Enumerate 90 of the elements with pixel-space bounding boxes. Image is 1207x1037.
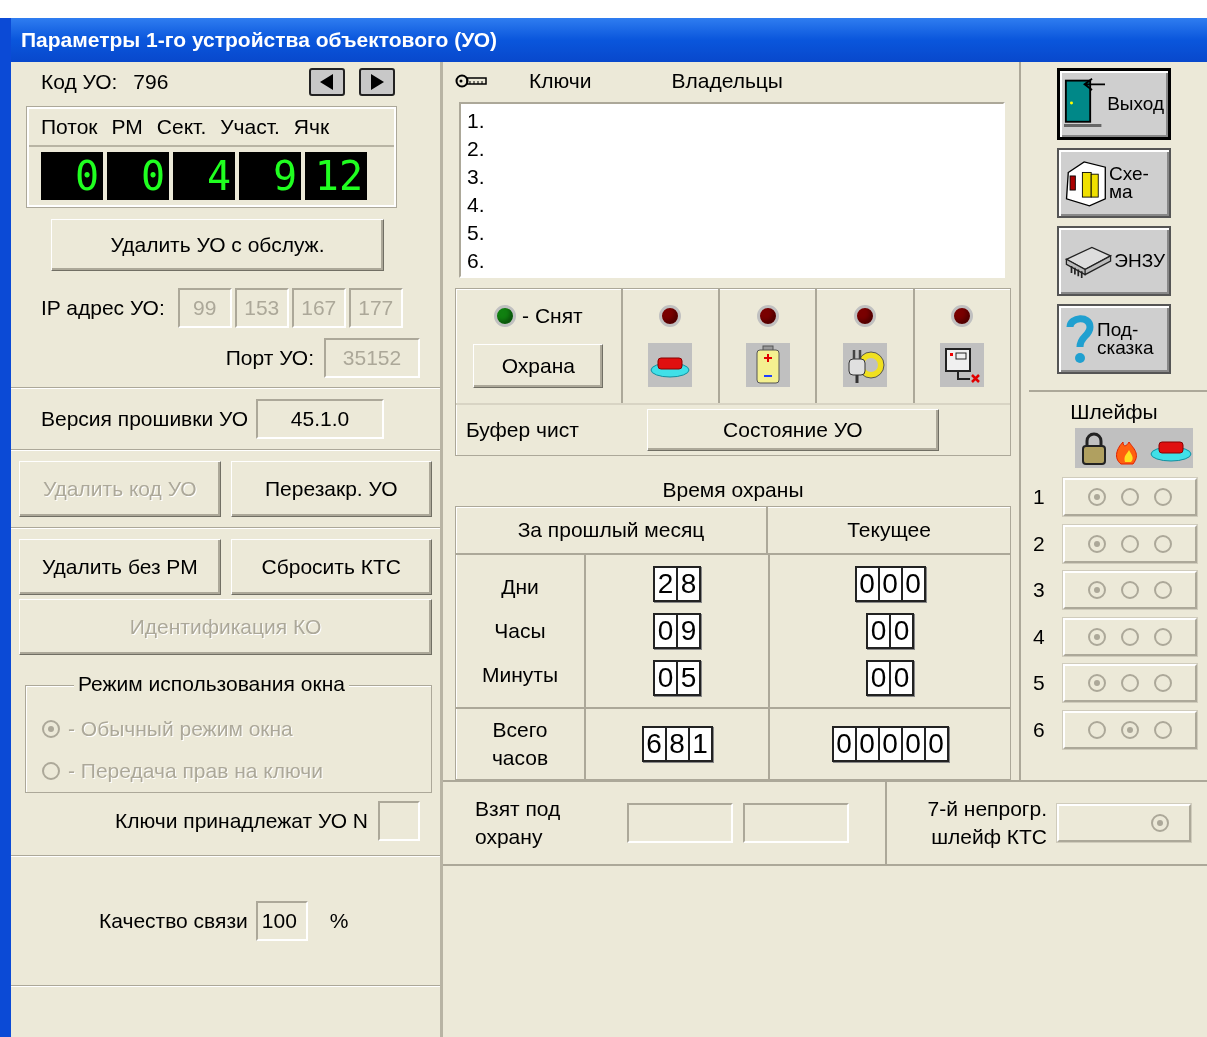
list-item[interactable]: 6.	[467, 247, 997, 275]
counter-digit: 8	[666, 728, 688, 760]
link-quality-field: 100	[255, 901, 308, 941]
list-item[interactable]: 4.	[467, 191, 997, 219]
address-column-label: Ячк	[293, 115, 330, 139]
address-column-label: РМ	[111, 115, 143, 139]
action-button[interactable]: Перезакр. УО	[230, 461, 432, 517]
counter-digit: 0	[868, 662, 889, 694]
buffer-status: Буфер чист	[466, 418, 579, 442]
keys-list[interactable]: 1. 2. 3. 4. 5. 6.	[459, 102, 1005, 278]
action-button[interactable]: Сбросить КТС	[230, 539, 432, 595]
counter-digit: 9	[678, 615, 699, 647]
previous-button[interactable]	[309, 68, 345, 96]
loop-number: 4	[1033, 624, 1046, 649]
plug-icon	[843, 343, 888, 387]
alarm-button-icon	[648, 343, 693, 387]
counter-digit: 0	[655, 662, 676, 694]
row-label: Дни	[501, 575, 539, 599]
question-icon	[1065, 313, 1095, 365]
loop-number: 1	[1033, 485, 1046, 510]
list-item[interactable]: 3.	[467, 163, 997, 191]
guard-time-title: Время охраны	[662, 478, 804, 502]
loops-title: Шлейфы	[1070, 400, 1158, 424]
row-label: Всего часов	[490, 717, 550, 771]
counter-digit: 0	[655, 615, 676, 647]
loop-number: 5	[1033, 671, 1046, 696]
status-label: - Снят	[522, 304, 583, 329]
counter-digit: 5	[678, 662, 699, 694]
counter-digit: 8	[678, 568, 699, 600]
counter-digit: 0	[925, 728, 947, 760]
counter-digit: 2	[655, 568, 676, 600]
action-button[interactable]: Удалить без РМ	[19, 539, 221, 595]
counter-digit: 6	[643, 728, 665, 760]
remove-device-button[interactable]: Удалить УО с обслуж.	[51, 219, 384, 271]
address-column-label: Поток	[41, 115, 98, 139]
digit-display: 9	[239, 152, 301, 200]
port-label: Порт УО:	[225, 346, 314, 370]
row-label: Часы	[494, 619, 546, 643]
counter-digit: 0	[856, 728, 878, 760]
scheme-button[interactable]: Схе-ма	[1057, 148, 1171, 218]
counter-digit: 0	[902, 568, 924, 600]
list-item[interactable]: 1.	[467, 107, 997, 135]
digit-display: 0	[41, 152, 103, 200]
digit-display: 0	[107, 152, 169, 200]
digit-display: 4	[173, 152, 235, 200]
battery-icon	[745, 343, 790, 387]
counter-digit: 0	[879, 568, 901, 600]
counter-digit: 0	[833, 728, 855, 760]
device-error-icon	[940, 343, 985, 387]
code-value: 796	[133, 70, 169, 94]
row-label: Минуты	[481, 663, 558, 687]
link-quality-label: Качество связи	[99, 909, 248, 933]
radio-label: - Обычный режим окна	[68, 717, 293, 741]
memory-button[interactable]: ЭНЗУ	[1057, 226, 1171, 296]
list-item[interactable]: 5.	[467, 219, 997, 247]
counter-digit: 0	[856, 568, 878, 600]
list-item[interactable]: 2.	[467, 135, 997, 163]
armed-at-label: Взят под охрану	[475, 796, 562, 850]
column-header: Владельцы	[671, 69, 783, 93]
counter-digit: 0	[879, 728, 901, 760]
address-column-label: Сект.	[156, 115, 207, 139]
firmware-label: Версия прошивки УО	[41, 407, 248, 431]
next-button[interactable]	[359, 68, 395, 96]
loop-number: 6	[1033, 717, 1046, 742]
column-header: Текущее	[846, 517, 932, 543]
counter-digit: 0	[902, 728, 924, 760]
percent-unit: %	[329, 909, 349, 933]
ktc-loop-label: 7-й непрогр. шлейф КТС	[926, 796, 1047, 850]
loop-number: 3	[1033, 578, 1046, 603]
counter-digit: 1	[689, 728, 711, 760]
owner-number-field[interactable]	[378, 801, 420, 841]
column-header: Ключи	[529, 69, 592, 93]
ip-label: IP адрес УО:	[41, 296, 165, 320]
help-button[interactable]: Под-сказка	[1057, 304, 1171, 374]
counter-digit: 0	[891, 615, 912, 647]
device-state-button[interactable]: Состояние УО	[646, 409, 939, 451]
keys-owner-label: Ключи принадлежат УО N	[115, 809, 368, 833]
digit-display: 12	[305, 152, 367, 200]
counter-digit: 0	[868, 615, 889, 647]
column-header: За прошлый месяц	[456, 507, 768, 553]
window-title: Параметры 1-го устройства объектового (УО)	[21, 28, 497, 52]
radio-label: - Передача прав на ключи	[68, 759, 323, 783]
guard-button[interactable]: Охрана	[473, 343, 604, 388]
firmware-field: 45.1.0	[256, 399, 384, 439]
exit-button[interactable]: Выход	[1057, 68, 1171, 140]
loop-number: 2	[1033, 531, 1046, 556]
code-label: Код УО:	[41, 70, 118, 94]
address-column-label: Участ.	[220, 115, 280, 139]
key-icon	[455, 74, 487, 88]
counter-digit: 0	[891, 662, 912, 694]
